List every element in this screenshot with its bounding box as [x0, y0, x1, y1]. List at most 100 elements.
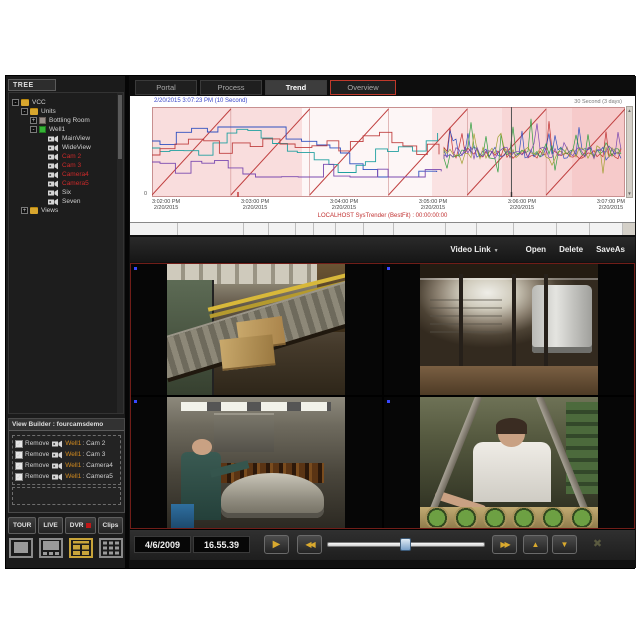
slider-thumb[interactable]	[400, 538, 411, 551]
view-tab[interactable]: Overview	[330, 80, 396, 95]
art-pipes	[430, 293, 501, 338]
table-column-header[interactable]	[269, 223, 296, 235]
tree-panel-tab[interactable]: TREE	[8, 79, 56, 91]
mode-tab[interactable]: Clips	[98, 517, 124, 534]
art-worker-hair	[496, 418, 526, 434]
tree-expander-icon[interactable]: -	[30, 126, 37, 133]
tree-expander-icon[interactable]: +	[30, 117, 37, 124]
camera-icon	[52, 473, 63, 481]
chevron-down-icon: ▼	[494, 248, 499, 254]
speed-down-button[interactable]: ▼	[552, 535, 577, 554]
tree-item[interactable]: Camera4	[10, 170, 115, 179]
scroll-up-icon[interactable]: ▲	[627, 108, 632, 113]
layout-single-button[interactable]	[9, 538, 33, 558]
mode-tab[interactable]: TOUR	[8, 517, 36, 534]
tree-expander-icon[interactable]: -	[12, 99, 19, 106]
table-column-header[interactable]	[364, 223, 394, 235]
stream-indicator-icon	[387, 400, 390, 403]
tree-item[interactable]: Cam 3	[10, 161, 115, 170]
chart-cursor-timestamp: 2/20/2015 3:07:23 PM (10 Second)	[154, 98, 247, 104]
speed-up-button[interactable]: ▲	[523, 535, 548, 554]
playback-date[interactable]: 4/6/2009	[134, 536, 191, 553]
view-tab[interactable]: Process	[200, 80, 262, 95]
separator: :	[82, 440, 84, 447]
chart-scrollbar[interactable]: ▲▼	[626, 106, 633, 198]
tree-item[interactable]: Six	[10, 188, 115, 197]
remove-checkbox[interactable]: ✓	[15, 440, 23, 448]
tree-item[interactable]: WideView	[10, 143, 115, 152]
mode-tab[interactable]: LIVE	[38, 517, 62, 534]
unit-label: Well1	[65, 462, 81, 469]
camera-label: Camera5	[86, 473, 113, 480]
timeline-slider[interactable]	[327, 538, 485, 552]
play-button[interactable]: ▶	[264, 535, 289, 554]
remove-checkbox[interactable]: ✓	[15, 451, 23, 459]
view-tab[interactable]: Trend	[265, 80, 327, 95]
view-builder-row: ✓ Remove Well1 : Camera4	[14, 460, 119, 471]
layout-grid-button[interactable]	[99, 538, 123, 558]
tree-scrollbar-thumb[interactable]	[118, 95, 122, 159]
table-column-header[interactable]	[394, 223, 446, 235]
tree-item[interactable]: Camera5	[10, 179, 115, 188]
table-column-header[interactable]	[130, 223, 178, 235]
tree-item[interactable]: + Bottling Room	[10, 116, 115, 125]
separator: :	[82, 462, 84, 469]
table-column-header[interactable]	[557, 223, 590, 235]
camera-icon	[48, 153, 59, 161]
camera-tile-2[interactable]	[384, 264, 635, 395]
table-column-header[interactable]	[477, 223, 514, 235]
rewind-button[interactable]: ◀◀	[297, 535, 322, 554]
y-axis-zero-label: 0	[144, 191, 147, 197]
tree-expander-icon[interactable]: -	[21, 108, 28, 115]
view-builder-drop-area[interactable]	[12, 487, 121, 505]
table-header-scroll[interactable]	[623, 223, 635, 235]
tree-item[interactable]: - Well1	[10, 125, 115, 134]
trend-plot-area[interactable]	[152, 107, 625, 197]
table-column-header[interactable]	[244, 223, 269, 235]
tree-item[interactable]: Seven	[10, 197, 115, 206]
tree-item-label: Views	[41, 207, 58, 214]
table-column-header[interactable]	[514, 223, 557, 235]
camera-grid	[130, 263, 635, 529]
tick-date: 2/20/2015	[419, 205, 447, 211]
table-column-header[interactable]	[336, 223, 364, 235]
saveas-button[interactable]: SaveAs	[596, 245, 625, 254]
view-tab[interactable]: Portal	[135, 80, 197, 95]
table-column-header[interactable]	[314, 223, 336, 235]
tree-item[interactable]: - Units	[10, 107, 115, 116]
view-builder-title: View Builder : fourcamsdemo	[9, 419, 124, 431]
tree-item-label: MainView	[62, 135, 90, 142]
art-roof	[420, 264, 598, 278]
camera-icon	[48, 144, 59, 152]
tree-item[interactable]: MainView	[10, 134, 115, 143]
tree-expander-icon[interactable]: +	[21, 207, 28, 214]
fast-forward-button[interactable]: ▶▶	[492, 535, 517, 554]
remove-checkbox[interactable]: ✓	[15, 473, 23, 481]
tree-item-label: Bottling Room	[49, 117, 90, 124]
layout-2x2-button[interactable]	[69, 538, 93, 558]
stream-indicator-icon	[134, 400, 137, 403]
tree-scrollbar[interactable]	[117, 93, 123, 413]
delete-button[interactable]: Delete	[559, 245, 583, 254]
remove-checkbox[interactable]: ✓	[15, 462, 23, 470]
mode-tab[interactable]: DVR	[65, 517, 96, 534]
video-link-dropdown[interactable]: Video Link▼	[450, 245, 498, 254]
table-column-header[interactable]	[296, 223, 314, 235]
camera-tile-1[interactable]	[131, 264, 382, 395]
table-column-header[interactable]	[178, 223, 244, 235]
mode-tab-label: TOUR	[13, 522, 31, 529]
tree-item[interactable]: + Views	[10, 206, 115, 215]
table-column-header[interactable]	[446, 223, 477, 235]
tree-item[interactable]: - VCC	[10, 98, 115, 107]
scroll-down-icon[interactable]: ▼	[627, 191, 632, 196]
camera-tile-4[interactable]	[384, 397, 635, 528]
open-button[interactable]: Open	[526, 245, 546, 254]
playback-time[interactable]: 16.55.39	[193, 536, 250, 553]
camera-label: Cam 3	[86, 451, 105, 458]
tree-item-label: Seven	[62, 198, 80, 205]
x-axis-tick: 3:03:00 PM 2/20/2015	[241, 199, 269, 211]
camera-tile-3[interactable]	[131, 397, 382, 528]
tree-item[interactable]: Cam 2	[10, 152, 115, 161]
layout-1plus3-button[interactable]	[39, 538, 63, 558]
table-column-header[interactable]	[590, 223, 623, 235]
